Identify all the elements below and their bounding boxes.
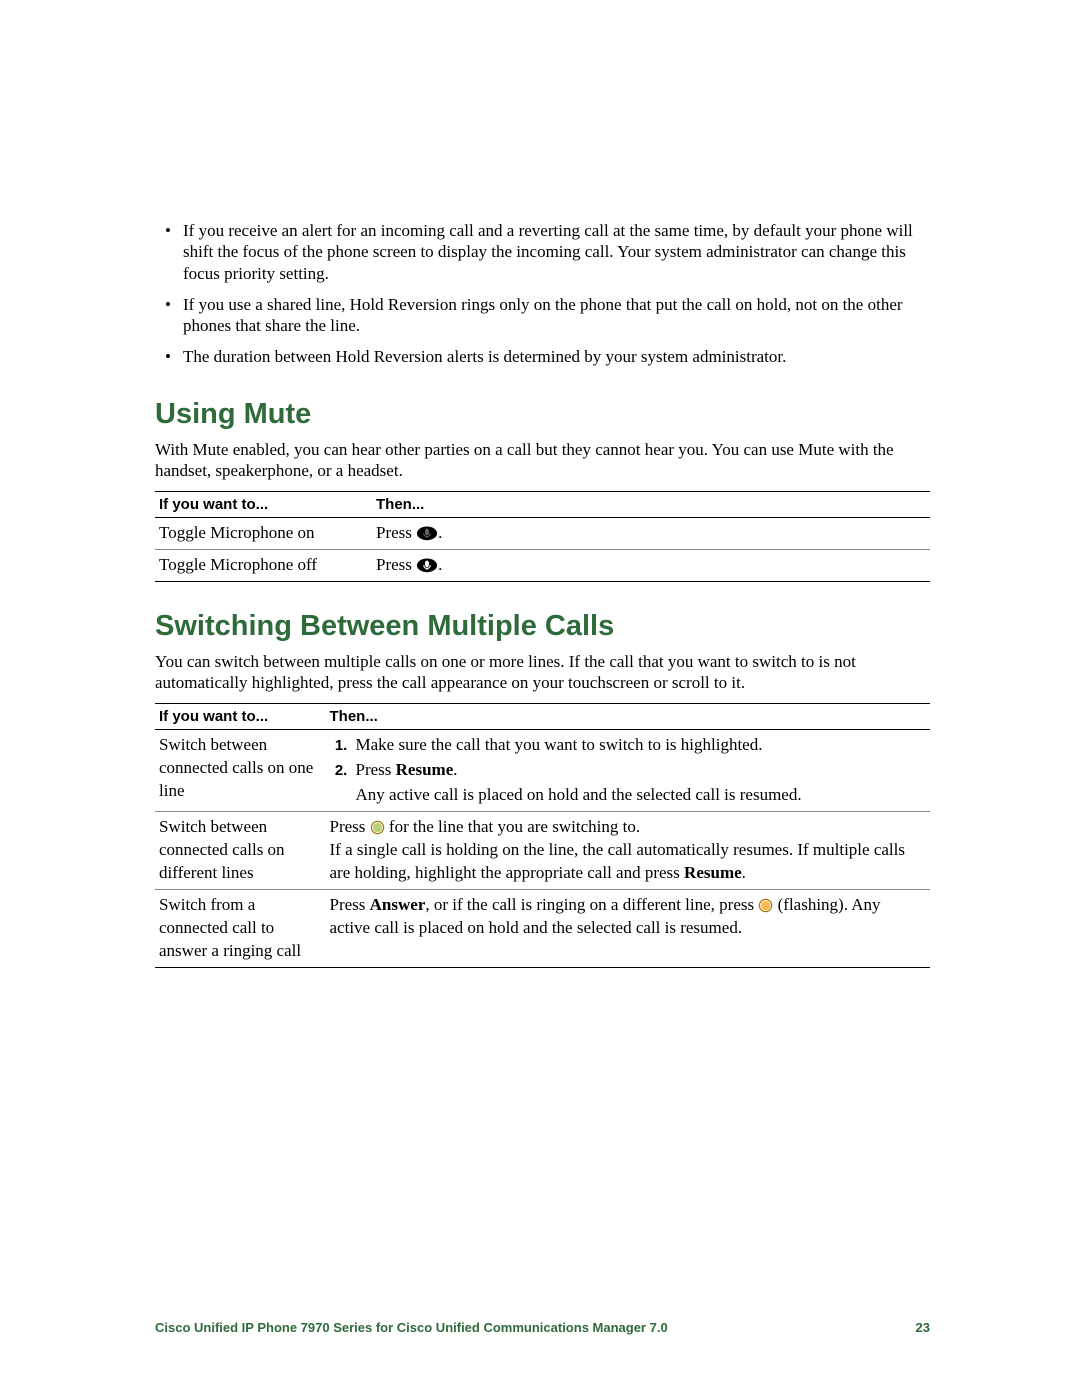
text: . xyxy=(453,760,457,779)
switch-row-left: Switch from a connected call to answer a… xyxy=(155,890,326,968)
text: If a single call is holding on the line,… xyxy=(330,840,905,882)
mute-row-right: Press . xyxy=(372,518,930,550)
mute-button-active-icon xyxy=(416,557,438,573)
step-note: Any active call is placed on hold and th… xyxy=(330,784,925,807)
switch-table: If you want to... Then... Switch between… xyxy=(155,703,930,967)
switch-row-left: Switch between connected calls on one li… xyxy=(155,730,326,812)
step-item: Make sure the call that you want to swit… xyxy=(352,734,925,757)
table-row: Switch from a connected call to answer a… xyxy=(155,890,930,968)
intro-bullet-list: If you receive an alert for an incoming … xyxy=(155,220,930,368)
table-row: Switch between connected calls on one li… xyxy=(155,730,930,812)
table-row: Toggle Microphone off Press . xyxy=(155,549,930,581)
mute-button-icon xyxy=(416,525,438,541)
softkey-name: Resume xyxy=(396,760,454,779)
table-header-right: Then... xyxy=(372,492,930,518)
text: . xyxy=(742,863,746,882)
mute-row-right: Press . xyxy=(372,549,930,581)
instruction-line: Press Answer, or if the call is ringing … xyxy=(330,894,925,940)
table-header-left: If you want to... xyxy=(155,492,372,518)
text: . xyxy=(438,555,442,574)
switch-row-right: Make sure the call that you want to swit… xyxy=(326,730,931,812)
switch-row-left: Switch between connected calls on differ… xyxy=(155,812,326,890)
text: for the line that you are switching to. xyxy=(385,817,640,836)
mute-table: If you want to... Then... Toggle Microph… xyxy=(155,491,930,582)
switch-row-right: Press for the line that you are switchin… xyxy=(326,812,931,890)
using-mute-intro: With Mute enabled, you can hear other pa… xyxy=(155,439,930,482)
text: . xyxy=(438,523,442,542)
instruction-line: If a single call is holding on the line,… xyxy=(330,839,925,885)
mute-row-left: Toggle Microphone off xyxy=(155,549,372,581)
switch-row-right: Press Answer, or if the call is ringing … xyxy=(326,890,931,968)
table-row: Switch between connected calls on differ… xyxy=(155,812,930,890)
mute-row-left: Toggle Microphone on xyxy=(155,518,372,550)
switching-calls-intro: You can switch between multiple calls on… xyxy=(155,651,930,694)
bullet-item: The duration between Hold Reversion aler… xyxy=(155,346,930,367)
document-page: If you receive an alert for an incoming … xyxy=(0,0,1080,1397)
table-row: Toggle Microphone on Press . xyxy=(155,518,930,550)
line-button-icon xyxy=(370,819,385,834)
text: Press xyxy=(356,760,396,779)
table-header-right: Then... xyxy=(326,704,931,730)
table-header-left: If you want to... xyxy=(155,704,326,730)
text: Press xyxy=(330,817,370,836)
text: Press xyxy=(330,895,370,914)
step-item: Press Resume. xyxy=(352,759,925,782)
steps-list: Make sure the call that you want to swit… xyxy=(330,734,925,782)
softkey-name: Answer xyxy=(370,895,426,914)
switching-calls-heading: Switching Between Multiple Calls xyxy=(155,610,930,643)
bullet-item: If you use a shared line, Hold Reversion… xyxy=(155,294,930,337)
page-footer: Cisco Unified IP Phone 7970 Series for C… xyxy=(155,1320,930,1335)
footer-title: Cisco Unified IP Phone 7970 Series for C… xyxy=(155,1320,668,1335)
footer-page-number: 23 xyxy=(916,1320,930,1335)
instruction-line: Press for the line that you are switchin… xyxy=(330,816,925,839)
text: Press xyxy=(376,555,416,574)
line-button-flashing-icon xyxy=(758,897,773,912)
text: , or if the call is ringing on a differe… xyxy=(425,895,758,914)
using-mute-heading: Using Mute xyxy=(155,398,930,431)
text: Press xyxy=(376,523,416,542)
softkey-name: Resume xyxy=(684,863,742,882)
bullet-item: If you receive an alert for an incoming … xyxy=(155,220,930,284)
